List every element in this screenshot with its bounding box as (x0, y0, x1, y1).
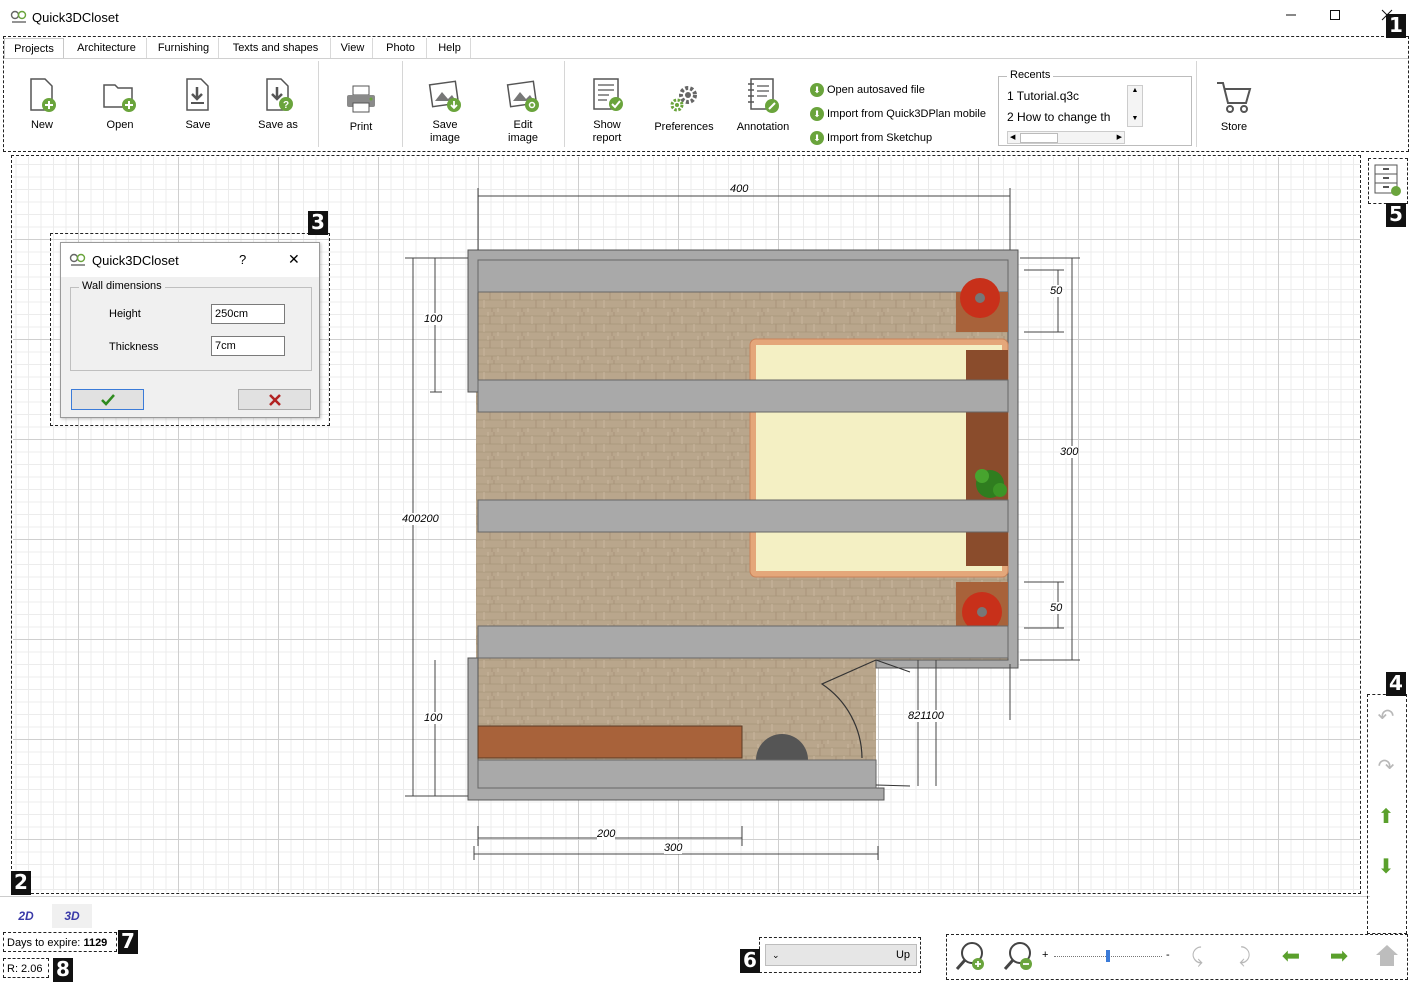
tab-2d[interactable]: 2D (6, 904, 46, 928)
callout-outline-dialog (50, 233, 330, 426)
callout-outline-toolbar (946, 934, 1408, 980)
tab-3d[interactable]: 3D (52, 904, 92, 928)
callout-badge-4: 4 (1386, 672, 1406, 696)
callout-badge-6: 6 (740, 949, 760, 973)
callout-outline-ribbon (3, 36, 1409, 152)
callout-badge-2: 2 (11, 871, 31, 895)
callout-badge-3: 3 (308, 211, 328, 235)
callout-outline-catalog (1368, 158, 1408, 204)
callout-badge-1: 1 (1386, 14, 1406, 38)
callout-badge-8: 8 (53, 958, 73, 982)
callout-badge-5: 5 (1386, 203, 1406, 227)
callout-outline-days (3, 932, 117, 952)
divider (0, 896, 1370, 897)
callout-outline-release (3, 958, 49, 978)
callout-badge-7: 7 (118, 930, 138, 954)
callout-outline-nav (1367, 694, 1407, 934)
callout-outline-level (759, 937, 921, 973)
